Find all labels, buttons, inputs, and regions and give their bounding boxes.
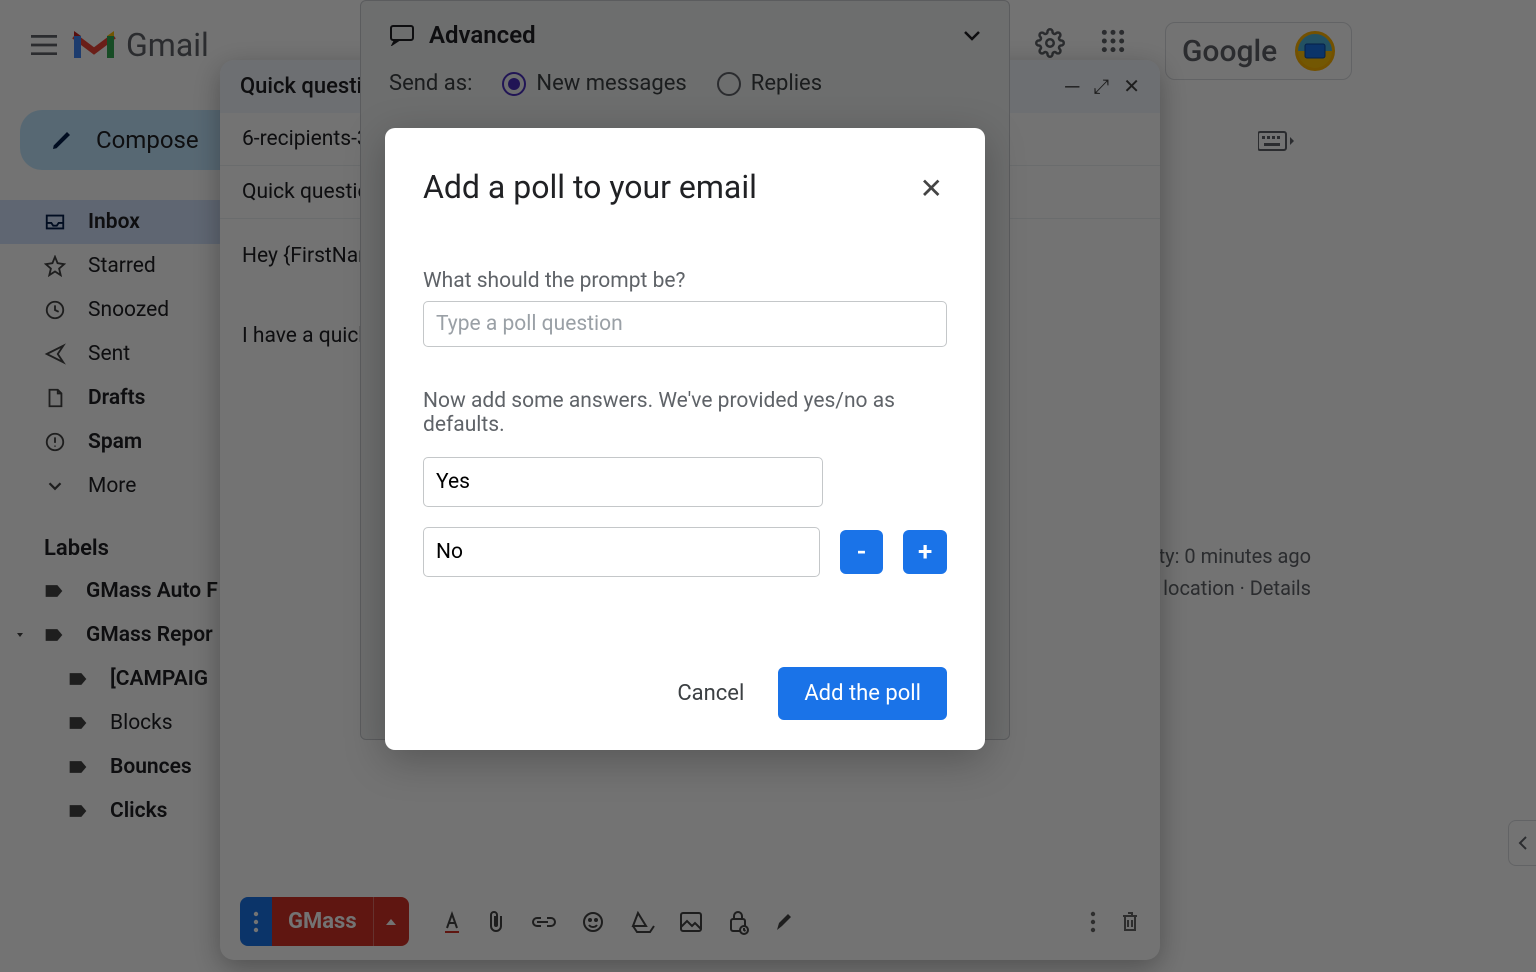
poll-title: Add a poll to your email [423,168,757,206]
answer-input-1[interactable] [423,457,823,507]
cancel-button[interactable]: Cancel [671,671,750,716]
poll-question-input[interactable] [423,301,947,347]
prompt-label: What should the prompt be? [423,269,947,293]
remove-answer-button[interactable]: - [840,530,884,574]
poll-modal: Add a poll to your email ✕ What should t… [385,128,985,750]
close-icon[interactable]: ✕ [916,168,947,209]
answers-label: Now add some answers. We've provided yes… [423,389,947,437]
add-poll-button[interactable]: Add the poll [778,667,947,720]
add-answer-button[interactable]: + [903,530,947,574]
answer-input-2[interactable] [423,527,820,577]
